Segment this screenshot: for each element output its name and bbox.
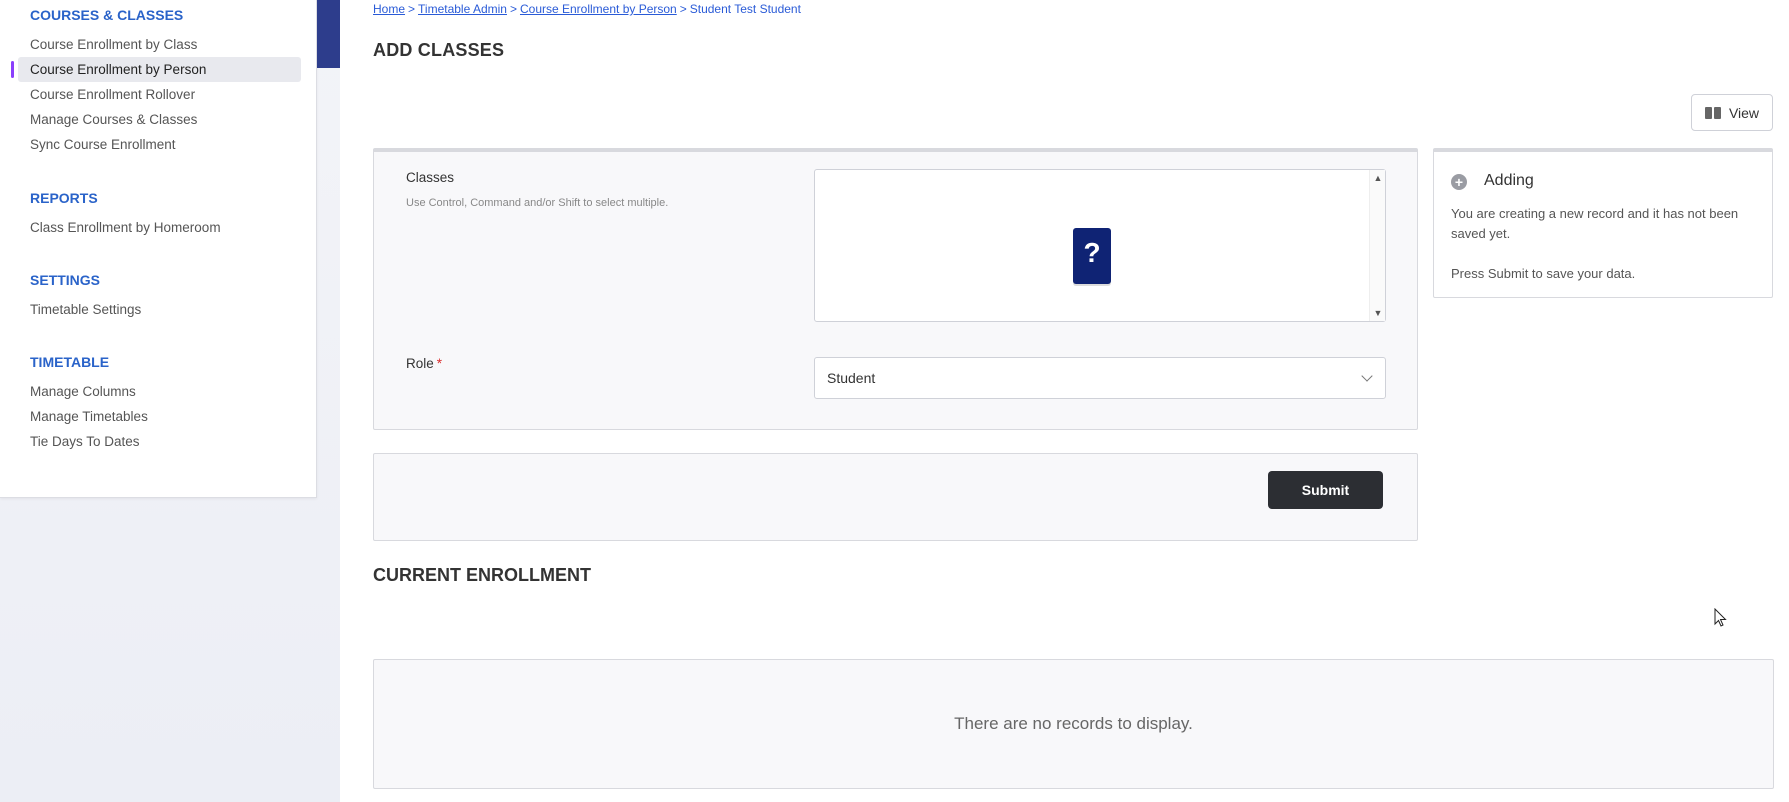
role-select[interactable]: Student — [814, 357, 1386, 399]
sidebar-section-courses: COURSES & CLASSES Course Enrollment by C… — [0, 5, 317, 157]
breadcrumb-timetable-admin[interactable]: Timetable Admin — [418, 2, 507, 16]
mouse-cursor-icon — [1714, 608, 1727, 627]
breadcrumb-current: Student Test Student — [689, 2, 801, 16]
sidebar-heading: TIMETABLE — [30, 354, 110, 370]
book-icon — [1704, 106, 1721, 119]
role-select-value: Student — [827, 370, 876, 386]
info-line-2: Press Submit to save your data. — [1451, 266, 1636, 281]
sidebar-section-timetable: TIMETABLE Manage Columns Manage Timetabl… — [0, 352, 317, 454]
multiselect-scrollbar[interactable]: ▲ ▼ — [1369, 170, 1385, 321]
breadcrumb-enrollment-by-person[interactable]: Course Enrollment by Person — [520, 2, 677, 16]
empty-message: There are no records to display. — [954, 714, 1193, 733]
header-nav-strip — [317, 0, 340, 68]
add-classes-form: Classes Use Control, Command and/or Shif… — [373, 148, 1418, 430]
chevron-down-icon — [1361, 370, 1373, 382]
info-text: You are creating a new record and it has… — [1451, 204, 1761, 284]
sidebar-item-enrollment-by-person[interactable]: Course Enrollment by Person — [11, 57, 301, 82]
view-button-label: View — [1728, 104, 1760, 121]
sidebar-item-manage-columns[interactable]: Manage Columns — [18, 379, 301, 404]
question-icon: ? — [1073, 228, 1111, 284]
sidebar-section-settings: SETTINGS Timetable Settings — [0, 270, 317, 322]
classes-help-text: Use Control, Command and/or Shift to sel… — [406, 197, 669, 209]
breadcrumb: Home > Timetable Admin > Course Enrollment b… — [373, 2, 801, 16]
page-title: ADD CLASSES — [373, 40, 505, 60]
sidebar: COURSES & CLASSES Course Enrollment by C… — [0, 0, 317, 498]
current-enrollment-title: CURRENT ENROLLMENT — [373, 565, 591, 585]
info-title: Adding — [1484, 172, 1534, 189]
sidebar-item-timetable-settings[interactable]: Timetable Settings — [18, 297, 301, 322]
breadcrumb-home[interactable]: Home — [373, 2, 405, 16]
classes-label: Classes — [406, 170, 455, 185]
breadcrumb-separator: > — [679, 2, 687, 16]
submit-button[interactable]: Submit — [1268, 471, 1383, 509]
submit-panel: Submit — [373, 453, 1418, 541]
role-label: Role * — [406, 356, 442, 371]
sidebar-item-sync-enrollment[interactable]: Sync Course Enrollment — [18, 132, 301, 157]
main-content: Home > Timetable Admin > Course Enrollment b… — [340, 0, 1789, 802]
role-label-text: Role — [406, 356, 434, 371]
sidebar-item-enrollment-by-class[interactable]: Course Enrollment by Class — [18, 32, 301, 57]
scroll-down-icon[interactable]: ▼ — [1373, 308, 1383, 318]
sidebar-section-reports: REPORTS Class Enrollment by Homeroom — [0, 188, 317, 240]
info-panel: + Adding You are creating a new record a… — [1433, 148, 1773, 298]
sidebar-heading: COURSES & CLASSES — [30, 7, 184, 23]
classes-multiselect[interactable]: ? ▲ ▼ — [814, 169, 1386, 322]
plus-circle-icon: + — [1451, 174, 1467, 190]
required-marker: * — [436, 356, 443, 371]
sidebar-item-enrollment-rollover[interactable]: Course Enrollment Rollover — [18, 82, 301, 107]
breadcrumb-separator: > — [509, 2, 517, 16]
sidebar-heading: REPORTS — [30, 190, 98, 206]
scroll-up-icon[interactable]: ▲ — [1373, 173, 1383, 183]
sidebar-heading: SETTINGS — [30, 272, 101, 288]
sidebar-item-manage-timetables[interactable]: Manage Timetables — [18, 404, 301, 429]
sidebar-item-class-enrollment-homeroom[interactable]: Class Enrollment by Homeroom — [18, 215, 301, 240]
info-line-1: You are creating a new record and it has… — [1451, 206, 1739, 241]
view-button[interactable]: View — [1691, 94, 1773, 131]
sidebar-item-tie-days[interactable]: Tie Days To Dates — [18, 429, 301, 454]
breadcrumb-separator: > — [408, 2, 416, 16]
enrollment-empty-state: There are no records to display. — [373, 659, 1774, 789]
sidebar-item-manage-courses[interactable]: Manage Courses & Classes — [18, 107, 301, 132]
